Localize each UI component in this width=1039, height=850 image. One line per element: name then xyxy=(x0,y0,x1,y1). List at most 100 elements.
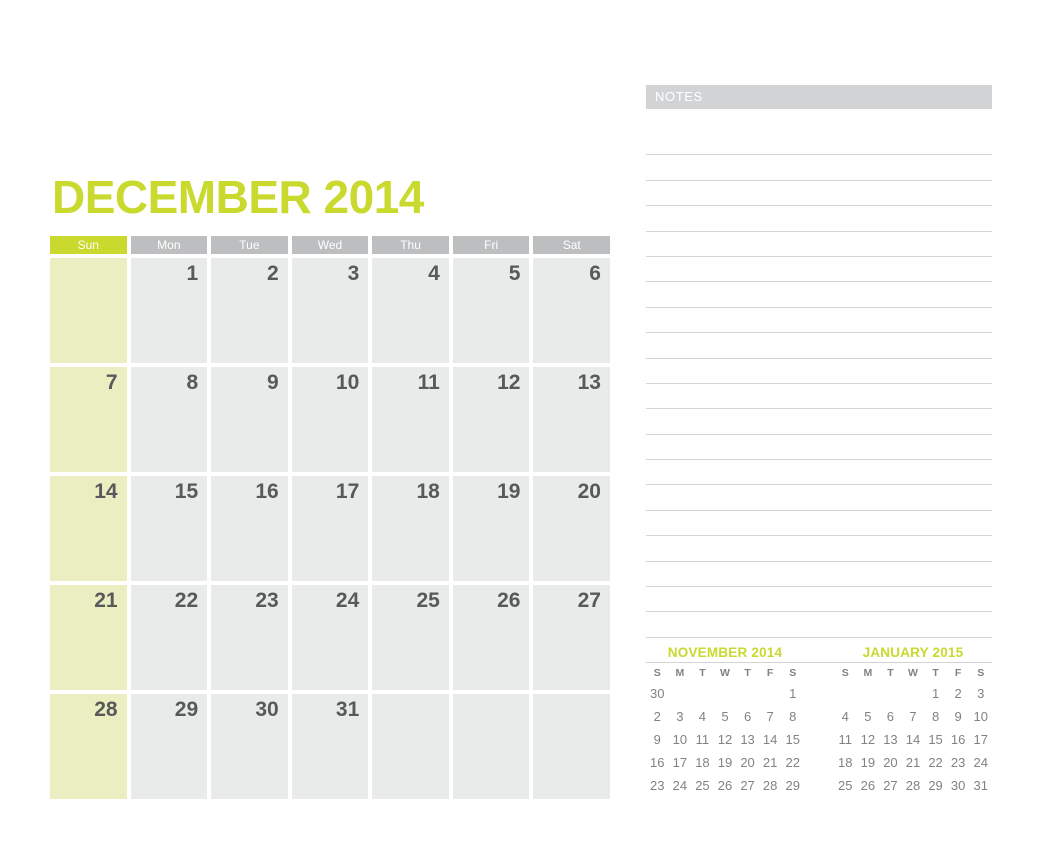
mini-day-cell[interactable]: 24 xyxy=(969,754,992,772)
mini-day-cell[interactable]: 15 xyxy=(924,731,947,749)
note-line[interactable] xyxy=(646,359,992,384)
mini-day-cell[interactable]: 10 xyxy=(669,731,692,749)
note-line[interactable] xyxy=(646,587,992,613)
mini-day-cell[interactable]: 1 xyxy=(924,685,947,703)
mini-day-cell[interactable]: 11 xyxy=(834,731,857,749)
mini-day-cell[interactable]: 25 xyxy=(691,777,714,795)
mini-day-cell[interactable]: 6 xyxy=(736,708,759,726)
mini-day-cell[interactable] xyxy=(902,685,925,703)
mini-day-cell[interactable] xyxy=(736,685,759,703)
day-cell[interactable]: 6 xyxy=(533,258,610,363)
mini-day-cell[interactable]: 10 xyxy=(969,708,992,726)
day-cell[interactable]: 17 xyxy=(291,476,369,581)
mini-day-cell[interactable]: 2 xyxy=(646,708,669,726)
note-line[interactable] xyxy=(646,155,992,181)
mini-day-cell[interactable]: 3 xyxy=(669,708,692,726)
mini-day-cell[interactable]: 8 xyxy=(781,708,804,726)
mini-day-cell[interactable] xyxy=(714,685,737,703)
day-cell[interactable]: 5 xyxy=(452,258,530,363)
mini-day-cell[interactable]: 7 xyxy=(759,708,782,726)
mini-day-cell[interactable]: 15 xyxy=(781,731,804,749)
mini-day-cell[interactable]: 26 xyxy=(857,777,880,795)
mini-day-cell[interactable]: 21 xyxy=(902,754,925,772)
note-line[interactable] xyxy=(646,562,992,588)
mini-day-cell[interactable]: 2 xyxy=(947,685,970,703)
day-cell[interactable]: 4 xyxy=(372,258,449,363)
day-cell[interactable]: 15 xyxy=(130,476,208,581)
mini-day-cell[interactable]: 24 xyxy=(669,777,692,795)
day-cell[interactable]: 21 xyxy=(50,585,127,690)
mini-day-cell[interactable]: 21 xyxy=(759,754,782,772)
day-cell[interactable]: 28 xyxy=(50,694,127,799)
day-cell[interactable]: 3 xyxy=(291,258,369,363)
mini-day-cell[interactable]: 19 xyxy=(857,754,880,772)
day-cell[interactable]: 9 xyxy=(211,367,288,472)
note-line[interactable] xyxy=(646,308,992,334)
mini-day-cell[interactable]: 16 xyxy=(646,754,669,772)
mini-day-cell[interactable]: 1 xyxy=(781,685,804,703)
mini-day-cell[interactable]: 22 xyxy=(924,754,947,772)
mini-day-cell[interactable]: 27 xyxy=(879,777,902,795)
day-cell[interactable]: 7 xyxy=(50,367,127,472)
mini-day-cell[interactable] xyxy=(691,685,714,703)
note-line[interactable] xyxy=(646,130,992,156)
day-cell[interactable]: 14 xyxy=(50,476,127,581)
day-cell[interactable]: 13 xyxy=(533,367,610,472)
mini-day-cell[interactable] xyxy=(759,685,782,703)
mini-day-cell[interactable]: 19 xyxy=(714,754,737,772)
mini-day-cell[interactable]: 16 xyxy=(947,731,970,749)
day-cell[interactable]: 18 xyxy=(372,476,449,581)
mini-day-cell[interactable]: 8 xyxy=(924,708,947,726)
day-cell[interactable]: 23 xyxy=(211,585,288,690)
mini-day-cell[interactable]: 18 xyxy=(691,754,714,772)
mini-day-cell[interactable]: 28 xyxy=(902,777,925,795)
mini-day-cell[interactable]: 28 xyxy=(759,777,782,795)
mini-day-cell[interactable]: 31 xyxy=(969,777,992,795)
mini-day-cell[interactable]: 14 xyxy=(759,731,782,749)
day-cell[interactable]: 22 xyxy=(130,585,208,690)
day-cell[interactable]: 2 xyxy=(211,258,288,363)
note-line[interactable] xyxy=(646,333,992,359)
mini-day-cell[interactable]: 12 xyxy=(857,731,880,749)
mini-day-cell[interactable]: 11 xyxy=(691,731,714,749)
note-line[interactable] xyxy=(646,485,992,511)
mini-day-cell[interactable]: 13 xyxy=(879,731,902,749)
mini-day-cell[interactable]: 17 xyxy=(669,754,692,772)
mini-day-cell[interactable]: 29 xyxy=(781,777,804,795)
day-cell[interactable]: 12 xyxy=(452,367,530,472)
day-cell[interactable]: 29 xyxy=(130,694,208,799)
mini-day-cell[interactable]: 6 xyxy=(879,708,902,726)
mini-day-cell[interactable]: 30 xyxy=(947,777,970,795)
mini-day-cell[interactable]: 29 xyxy=(924,777,947,795)
note-line[interactable] xyxy=(646,536,992,562)
mini-day-cell[interactable]: 22 xyxy=(781,754,804,772)
day-cell[interactable]: 24 xyxy=(291,585,369,690)
note-line[interactable] xyxy=(646,384,992,410)
note-line[interactable] xyxy=(646,206,992,232)
note-line[interactable] xyxy=(646,181,992,207)
mini-day-cell[interactable]: 20 xyxy=(736,754,759,772)
day-cell[interactable]: 11 xyxy=(372,367,449,472)
note-line[interactable] xyxy=(646,511,992,537)
day-cell[interactable] xyxy=(372,694,449,799)
mini-day-cell[interactable]: 26 xyxy=(714,777,737,795)
mini-day-cell[interactable]: 4 xyxy=(834,708,857,726)
day-cell[interactable] xyxy=(50,258,127,363)
mini-day-cell[interactable]: 18 xyxy=(834,754,857,772)
mini-day-cell[interactable]: 5 xyxy=(857,708,880,726)
note-line[interactable] xyxy=(646,282,992,308)
mini-day-cell[interactable]: 7 xyxy=(902,708,925,726)
day-cell[interactable]: 1 xyxy=(130,258,208,363)
mini-day-cell[interactable]: 13 xyxy=(736,731,759,749)
mini-day-cell[interactable]: 4 xyxy=(691,708,714,726)
notes-lines[interactable] xyxy=(646,130,992,664)
note-line[interactable] xyxy=(646,435,992,461)
day-cell[interactable]: 10 xyxy=(291,367,369,472)
mini-day-cell[interactable]: 12 xyxy=(714,731,737,749)
note-line[interactable] xyxy=(646,612,992,638)
mini-day-cell[interactable]: 3 xyxy=(969,685,992,703)
note-line[interactable] xyxy=(646,460,992,486)
day-cell[interactable]: 27 xyxy=(533,585,610,690)
mini-day-cell[interactable] xyxy=(857,685,880,703)
mini-day-cell[interactable] xyxy=(834,685,857,703)
